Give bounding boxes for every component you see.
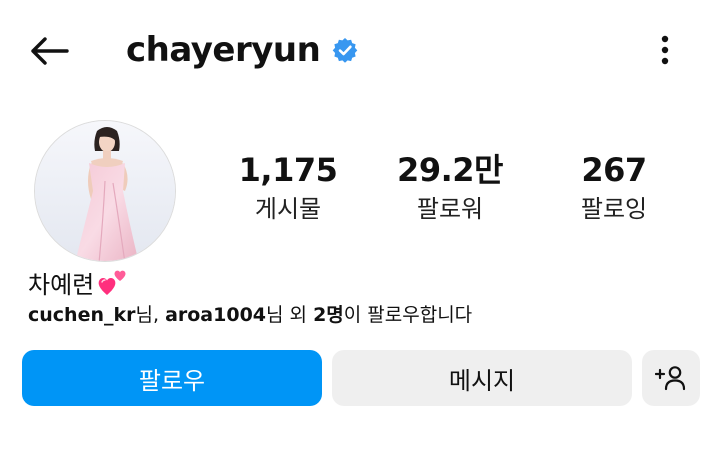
more-vertical-icon xyxy=(661,35,669,65)
mutual-follower-count[interactable]: 2명 xyxy=(313,304,344,326)
followers-stat[interactable]: 29.2만 팔로워 xyxy=(380,148,520,226)
profile-header: chayeryun xyxy=(126,24,358,76)
avatar[interactable] xyxy=(34,120,176,262)
posts-label: 게시물 xyxy=(254,195,322,223)
verified-badge-icon xyxy=(332,37,358,63)
followers-label: 팔로워 xyxy=(416,195,484,223)
add-person-icon xyxy=(655,366,686,391)
followed-by-suffix-1: 님, xyxy=(135,304,166,326)
followed-by-suffix-2: 님 외 xyxy=(266,304,314,326)
profile-page: chayeryun 1,175 게시물 29.2만 팔로워 267 팔로잉 차예… xyxy=(0,0,720,462)
full-name: 차예련 xyxy=(28,270,95,299)
username: chayeryun xyxy=(126,30,321,70)
followers-count: 29.2만 xyxy=(397,151,503,189)
follow-button[interactable]: 팔로우 xyxy=(22,350,322,406)
message-button-label: 메시지 xyxy=(448,366,516,395)
posts-count: 1,175 xyxy=(238,151,338,189)
followed-by-suffix-3: 이 팔로우합니다 xyxy=(343,304,473,326)
followed-by-text[interactable]: cuchen_kr님, aroa1004님 외 2명이 팔로우합니다 xyxy=(28,300,472,330)
profile-photo xyxy=(35,121,175,261)
follow-button-label: 팔로우 xyxy=(138,366,206,395)
message-button[interactable]: 메시지 xyxy=(332,350,632,406)
posts-stat[interactable]: 1,175 게시물 xyxy=(218,148,358,226)
mutual-follower-1[interactable]: cuchen_kr xyxy=(28,304,136,326)
following-label: 팔로잉 xyxy=(580,195,648,223)
following-count: 267 xyxy=(581,151,647,189)
mutual-follower-2[interactable]: aroa1004 xyxy=(165,304,266,326)
back-button[interactable] xyxy=(26,28,72,74)
add-user-button[interactable] xyxy=(642,350,700,406)
profile-name-row: 차예련 xyxy=(28,262,130,302)
following-stat[interactable]: 267 팔로잉 xyxy=(544,148,684,226)
two-hearts-icon xyxy=(96,265,130,299)
more-options-button[interactable] xyxy=(648,30,682,70)
arrow-left-icon xyxy=(31,37,69,65)
